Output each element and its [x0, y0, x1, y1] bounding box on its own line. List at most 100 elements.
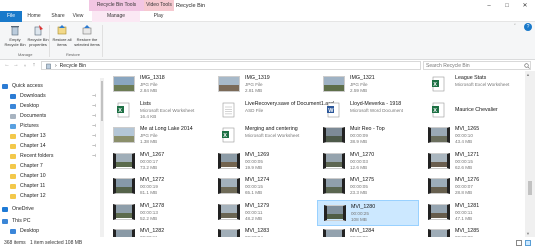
video-thumbnail [323, 127, 345, 143]
cloud-icon [2, 206, 8, 212]
nav-item-chapter-10[interactable]: Chapter 10 [10, 172, 110, 180]
photo-thumbnail [113, 127, 135, 143]
nav-item-onedrive[interactable]: OneDrive [2, 205, 102, 213]
video-thumbnail [218, 152, 240, 169]
file-item[interactable]: MVI_1275 00:00:05 23.3 MB [317, 174, 419, 200]
nav-item-label: Desktop [20, 228, 40, 234]
tab-view[interactable]: View [69, 11, 87, 22]
nav-item-chapter-7[interactable]: Chapter 7 [10, 162, 110, 170]
video-thumbnail [428, 178, 450, 194]
file-item[interactable]: MVI_1281 00:00:11 47.1 MB [422, 200, 524, 226]
nav-item-pictures[interactable]: Pictures ⊣ [10, 122, 110, 130]
download-icon [10, 93, 16, 99]
pin-icon: ⊣ [92, 123, 96, 128]
breadcrumb-recycle-bin[interactable]: Recycle Bin [60, 63, 86, 69]
nav-item-this-pc[interactable]: This PC [2, 217, 102, 225]
file-item[interactable]: X League Stats Microsoft Excel Worksheet [422, 72, 524, 98]
nav-item-label: Recent folders [20, 153, 54, 159]
selection-info: 1 item selected 108 MB [30, 240, 83, 246]
search-input[interactable]: Search Recycle Bin [423, 61, 531, 70]
recent-locations-button[interactable]: ˅ [21, 61, 29, 70]
minimize-button[interactable]: – [482, 1, 496, 10]
file-item[interactable]: IMG_1319 JPG File 2.81 MB [212, 72, 314, 98]
nav-item-label: Desktop [20, 103, 40, 109]
empty-recycle-bin-label: Empty Recycle Bin [4, 37, 26, 47]
details-view-button[interactable] [516, 240, 522, 246]
address-bar[interactable]: › Recycle Bin [41, 61, 421, 70]
maximize-button[interactable]: □ [500, 1, 514, 10]
scroll-up-arrow[interactable]: ▲ [526, 72, 530, 77]
nav-item-desktop[interactable]: Desktop ⊣ [10, 102, 110, 110]
close-button[interactable]: ✕ [518, 1, 532, 10]
file-item[interactable]: MVI_1267 00:00:17 73.2 MB [107, 149, 209, 175]
nav-scrollbar-thumb[interactable] [101, 81, 103, 121]
nav-item-chapter-13[interactable]: Chapter 13 ⊣ [10, 132, 110, 140]
file-item[interactable]: MVI_1276 00:00:07 28.8 MB [422, 174, 524, 200]
tab-share[interactable]: Share [48, 11, 68, 22]
video-thumbnail [428, 229, 450, 237]
file-item[interactable]: MVI_1279 00:00:11 48.2 MB [212, 200, 314, 226]
navigation-pane: Quick access Downloads ⊣ Desktop ⊣ Documents ⊣… [0, 78, 104, 237]
tab-file[interactable]: File [0, 11, 22, 22]
file-item[interactable]: W Lloyd-Meverka - 1918 Microsoft Word Docu… [317, 98, 419, 124]
file-name: MVI_1270 [350, 151, 375, 158]
file-item[interactable]: MVI_1280 00:00:25 108 MB [317, 199, 419, 226]
tab-home[interactable]: Home [25, 11, 43, 22]
file-item[interactable]: Muir Reo - Top 00:00:09 38.9 MB [317, 123, 419, 149]
file-type: JPG File [140, 133, 158, 138]
file-name: MVI_1275 [350, 177, 375, 183]
video-thumbnail [218, 203, 240, 220]
ribbon-collapse-button[interactable]: ˇ [514, 24, 516, 30]
forward-button[interactable]: → [12, 61, 20, 70]
file-duration: 00:00:19 [140, 184, 158, 189]
file-item[interactable]: LiveRecovery.save of Document1.asd ASD Fi… [212, 98, 334, 124]
file-size: 16.4 KB [140, 113, 157, 119]
file-item[interactable]: MVI_128500:00:09 [422, 225, 524, 237]
file-item[interactable]: IMG_1321 JPG File 2.59 MB [317, 72, 419, 98]
file-item[interactable]: MVI_1270 00:00:03 12.6 MB [317, 149, 419, 175]
file-item[interactable]: MVI_128400:00:09 [317, 225, 419, 237]
file-item[interactable]: MVI_1272 00:00:19 81.1 MB [107, 174, 209, 200]
file-item[interactable]: X Lists Microsoft Excel Worksheet 16.4 KB [107, 98, 209, 124]
scroll-down-arrow[interactable]: ▼ [526, 231, 530, 236]
file-item[interactable]: MVI_128300:00:04 [212, 225, 314, 237]
tab-manage[interactable]: Manage [92, 11, 140, 22]
file-size: 19.9 MB [245, 164, 263, 170]
file-name: MVI_1265 [455, 126, 480, 132]
file-name: Lloyd-Meverka - 1918 [350, 100, 402, 107]
recycle-bin-properties-button[interactable]: Recycle Bin properties [27, 24, 49, 52]
empty-recycle-bin-button[interactable]: Empty Recycle Bin [4, 24, 26, 52]
file-item[interactable]: Me at Long Lake 2014 JPG File 1.38 MB [107, 123, 209, 149]
file-item[interactable]: MVI_1269 00:00:05 19.9 MB [212, 149, 314, 175]
restore-selected-items-button[interactable]: Restore the selected items [74, 24, 100, 52]
help-button[interactable]: ? [524, 23, 532, 31]
nav-item-label: Chapter 10 [20, 173, 46, 179]
back-button[interactable]: ← [3, 61, 11, 70]
nav-item-desktop[interactable]: Desktop [10, 227, 110, 235]
file-item[interactable]: MVI_1274 00:00:15 65.1 MB [212, 174, 314, 200]
file-item[interactable]: MVI_1278 00:00:13 52.2 MB [107, 200, 209, 226]
pin-icon: ⊣ [92, 153, 96, 158]
file-item[interactable]: X Maurice Chevalier [422, 98, 524, 124]
content-scrollbar-thumb[interactable] [528, 181, 532, 195]
tab-play[interactable]: Play [146, 11, 171, 22]
file-item[interactable]: MVI_1271 00:00:15 62.6 MB [422, 149, 524, 175]
svg-text:X: X [118, 107, 122, 113]
up-button[interactable]: ↑ [30, 61, 38, 70]
file-item[interactable]: MVI_128200:00:11 [107, 225, 209, 237]
file-item[interactable]: MVI_1265 00:00:10 43.4 MB [422, 123, 524, 149]
nav-item-chapter-12[interactable]: Chapter 12 [10, 192, 110, 200]
file-item[interactable]: IMG_1318 JPG File 2.84 MB [107, 72, 209, 98]
content-scrollbar[interactable] [525, 71, 535, 237]
nav-item-quick-access[interactable]: Quick access [2, 82, 102, 90]
context-label-recycle-bin-tools: Recycle Bin Tools [89, 0, 144, 11]
restore-all-items-button[interactable]: Restore all items [51, 24, 73, 52]
nav-item-documents[interactable]: Documents ⊣ [10, 112, 110, 120]
nav-item-chapter-14[interactable]: Chapter 14 ⊣ [10, 142, 110, 150]
file-type: Microsoft Word Document [350, 107, 404, 113]
file-item[interactable]: X Merging and centering Microsoft Excel Wo… [212, 123, 314, 149]
nav-item-chapter-11[interactable]: Chapter 11 [10, 182, 110, 190]
nav-item-recent-folders[interactable]: Recent folders ⊣ [10, 152, 110, 160]
nav-item-downloads[interactable]: Downloads ⊣ [10, 92, 110, 100]
tiles-view-button[interactable] [525, 240, 531, 246]
